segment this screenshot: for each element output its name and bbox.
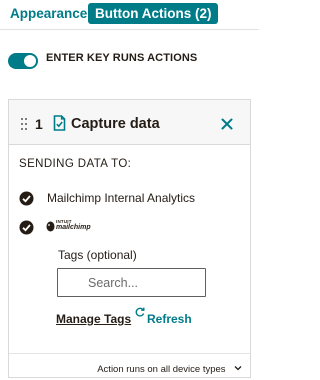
settings-tabs: Appearance Button Actions (2) bbox=[0, 0, 259, 30]
device-type-select[interactable]: Action runs on all device types bbox=[97, 359, 242, 375]
tab-button-actions[interactable]: Button Actions (2) bbox=[88, 3, 219, 24]
step-number: 1 bbox=[35, 116, 43, 132]
tab-appearance[interactable]: Appearance bbox=[10, 5, 87, 23]
tags-label: Tags (optional) bbox=[58, 248, 137, 262]
logo-mailchimp-text: mailchimp bbox=[56, 224, 91, 231]
document-check-icon bbox=[53, 115, 66, 131]
action-card-header: 1 Capture data bbox=[9, 100, 250, 145]
enter-key-toggle[interactable] bbox=[8, 53, 38, 69]
check-circle-icon[interactable] bbox=[19, 220, 34, 235]
toggle-label: ENTER KEY RUNS ACTIONS bbox=[46, 52, 198, 64]
drag-handle-icon[interactable] bbox=[21, 118, 27, 130]
freddie-icon bbox=[46, 221, 55, 232]
chevron-down-icon bbox=[234, 365, 242, 371]
card-title: Capture data bbox=[71, 116, 160, 132]
intuit-mailchimp-logo: INTUIT mailchimp bbox=[46, 219, 91, 235]
check-circle-icon[interactable] bbox=[19, 191, 34, 206]
action-card: 1 Capture data SENDING DATA TO: Mailchim… bbox=[8, 99, 251, 378]
refresh-label: Refresh bbox=[147, 312, 192, 326]
close-icon[interactable] bbox=[220, 117, 234, 131]
destination-label: Mailchimp Internal Analytics bbox=[47, 191, 196, 205]
sending-data-label: SENDING DATA TO: bbox=[19, 158, 132, 170]
card-footer: Action runs on all device types bbox=[9, 353, 250, 378]
toggle-knob bbox=[24, 55, 36, 67]
manage-tags-link[interactable]: Manage Tags bbox=[56, 312, 131, 326]
refresh-icon bbox=[135, 307, 145, 317]
tags-search-input[interactable] bbox=[57, 268, 206, 297]
device-type-label: Action runs on all device types bbox=[97, 364, 226, 375]
